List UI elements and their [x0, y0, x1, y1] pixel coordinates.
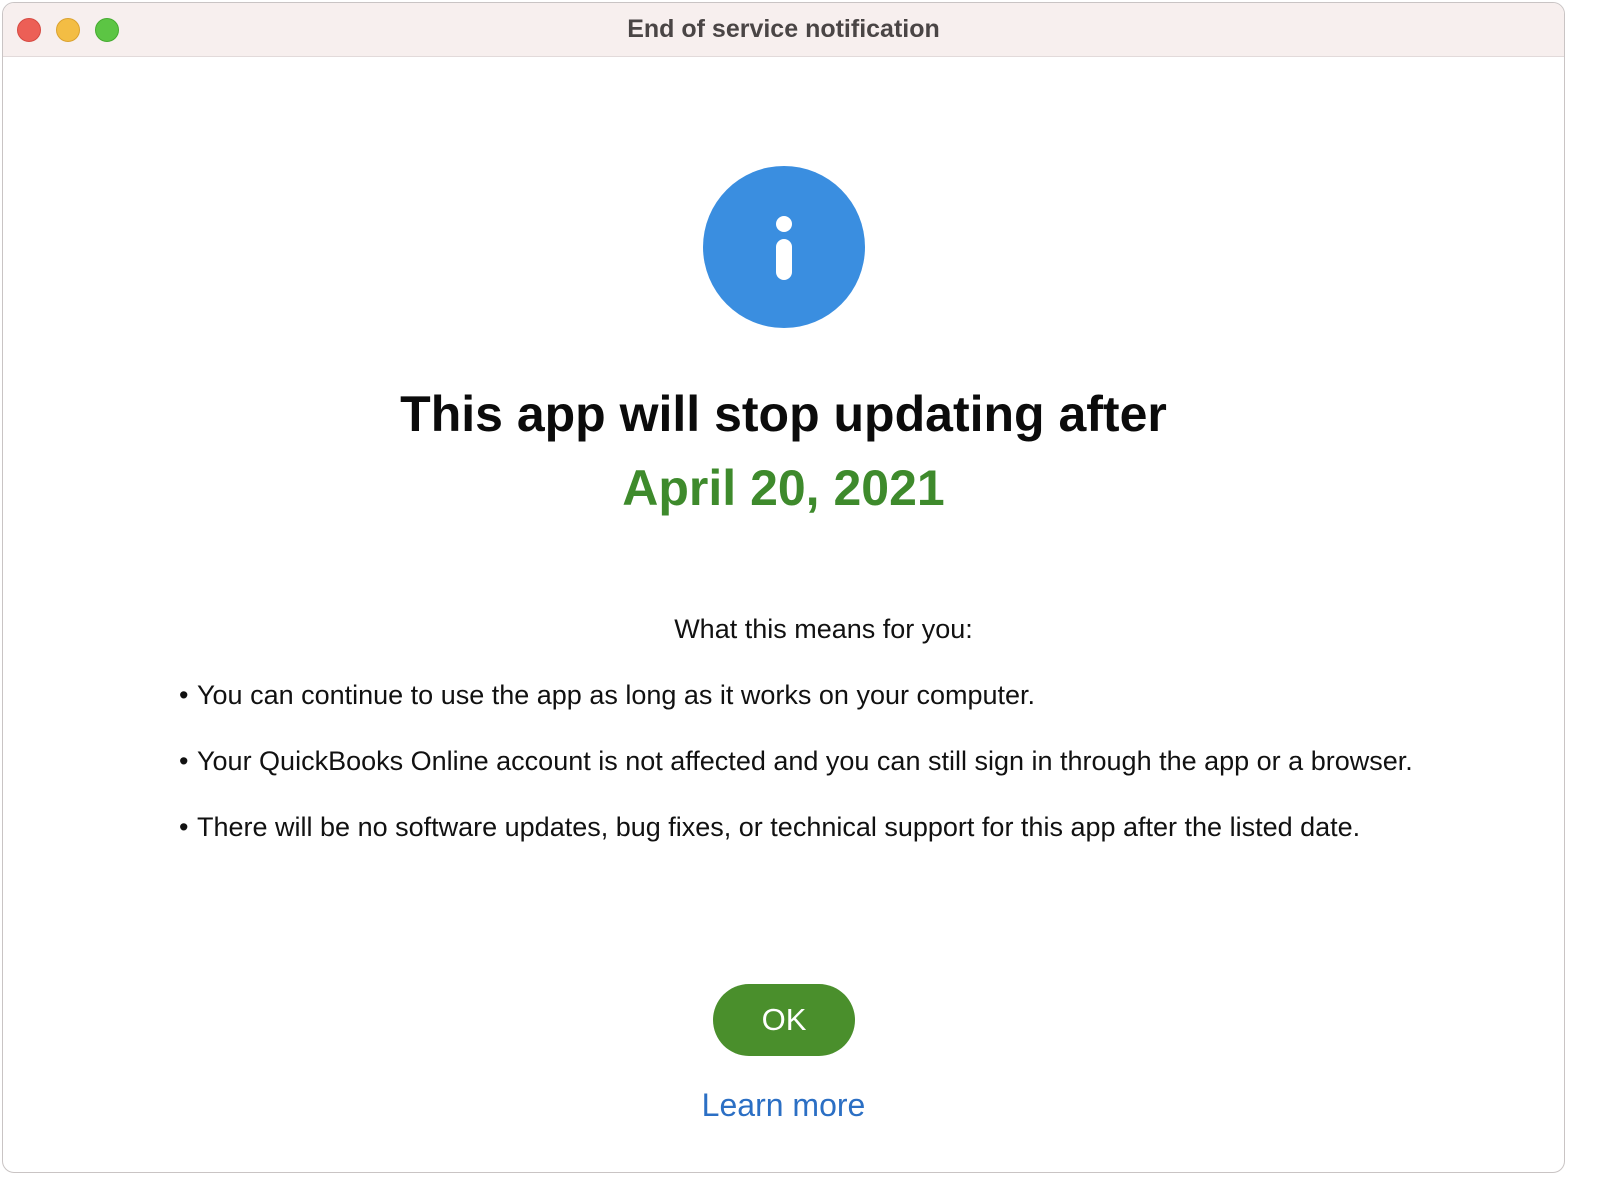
impact-list: • You can continue to use the app as long… — [179, 677, 1413, 875]
window-title: End of service notification — [627, 15, 940, 43]
headline: This app will stop updating after — [400, 386, 1167, 442]
bullet-glyph: • — [179, 812, 189, 842]
list-item: • Your QuickBooks Online account is not a… — [179, 743, 1413, 779]
list-item-text: You can continue to use the app as long … — [197, 680, 1036, 710]
title-bar: End of service notification — [3, 3, 1564, 57]
bullet-glyph: • — [179, 746, 189, 776]
info-icon — [703, 166, 865, 328]
bullet-glyph: • — [179, 680, 189, 710]
list-item-text: There will be no software updates, bug f… — [197, 812, 1361, 842]
means-heading: What this means for you: — [674, 614, 973, 644]
list-item: • There will be no software updates, bug … — [179, 809, 1413, 845]
end-date: April 20, 2021 — [622, 460, 945, 516]
dialog-window: End of service notification This app wil… — [2, 2, 1565, 1173]
list-item-text: Your QuickBooks Online account is not af… — [197, 746, 1413, 776]
ok-button[interactable]: OK — [713, 984, 855, 1056]
list-item: • You can continue to use the app as long… — [179, 677, 1413, 713]
learn-more-link[interactable]: Learn more — [3, 1085, 1564, 1125]
